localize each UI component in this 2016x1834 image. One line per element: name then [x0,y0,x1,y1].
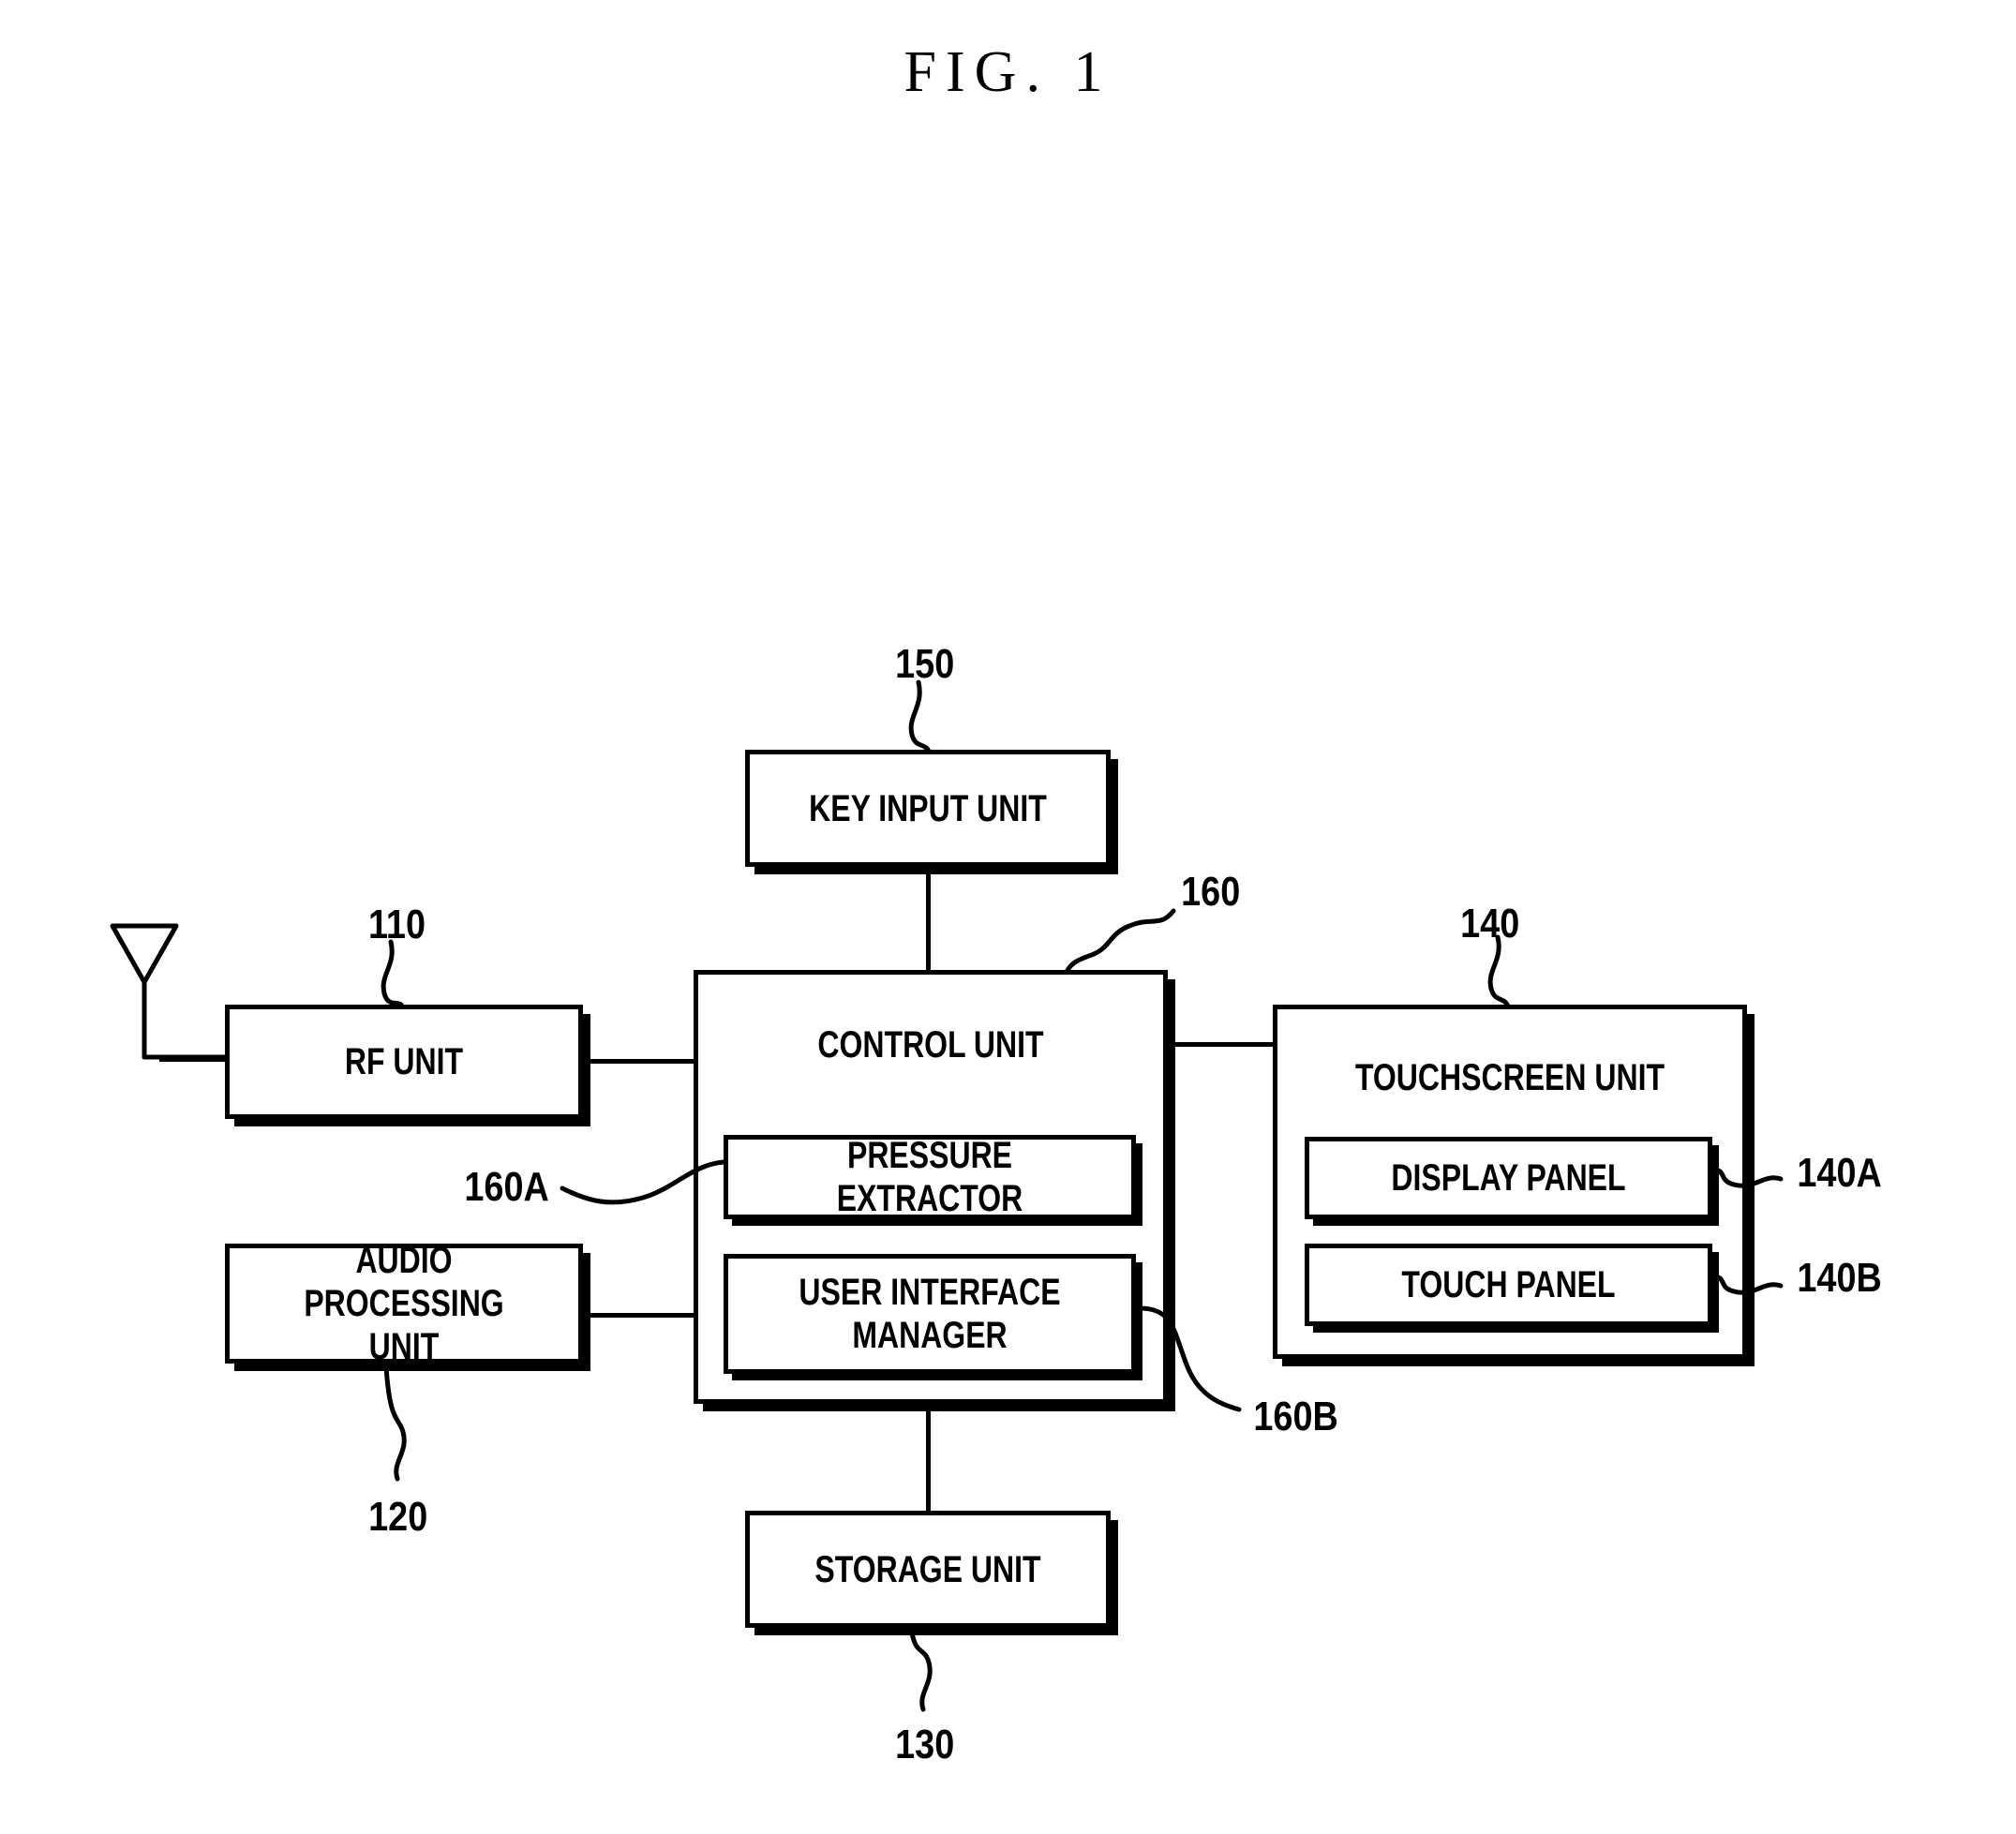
ref-140B: 140B [1797,1255,1882,1301]
block-rf-unit[interactable]: RF UNIT [225,1005,583,1119]
block-display-panel-label: DISPLAY PANEL [1391,1157,1626,1199]
leader-160 [1064,908,1176,975]
block-key-input-unit-label: KEY INPUT UNIT [809,787,1047,829]
block-touchscreen-unit-label: TOUCHSCREEN UNIT [1354,1057,1665,1098]
connector-rf-to-control [581,1059,698,1064]
ref-160B: 160B [1253,1394,1338,1439]
ref-150: 150 [895,641,955,687]
block-user-interface-manager[interactable]: USER INTERFACE MANAGER [724,1254,1136,1374]
leader-120 [383,1364,407,1482]
connector-control-to-touchscreen [1164,1042,1275,1047]
block-audio-processing-unit[interactable]: AUDIO PROCESSING UNIT [225,1240,583,1367]
block-audio-processing-unit-label: AUDIO PROCESSING UNIT [304,1240,504,1367]
block-storage-unit[interactable]: STORAGE UNIT [745,1511,1111,1628]
connector-audio-to-control [581,1313,698,1318]
block-user-interface-manager-label: USER INTERFACE MANAGER [799,1272,1061,1356]
ref-130: 130 [895,1722,955,1767]
antenna-icon [110,923,228,1060]
connector-antenna-to-rf [159,1057,230,1062]
block-touch-panel-label: TOUCH PANEL [1401,1264,1616,1305]
figure-title: FIG. 1 [903,40,1113,104]
ref-120: 120 [368,1494,428,1540]
ref-160: 160 [1181,869,1241,915]
ref-160A: 160A [464,1164,549,1210]
block-touch-panel[interactable]: TOUCH PANEL [1305,1244,1712,1326]
leader-140 [1487,934,1511,1009]
block-display-panel[interactable]: DISPLAY PANEL [1305,1137,1712,1219]
block-key-input-unit[interactable]: KEY INPUT UNIT [745,750,1111,867]
leader-110 [381,939,404,1007]
block-control-unit-label: CONTROL UNIT [817,1024,1044,1066]
block-pressure-extractor-label: PRESSURE EXTRACTOR [836,1135,1023,1219]
block-rf-unit-label: RF UNIT [344,1041,464,1082]
block-pressure-extractor[interactable]: PRESSURE EXTRACTOR [724,1135,1136,1219]
connector-control-to-storage [926,1398,931,1513]
ref-110: 110 [367,902,426,947]
connector-keyinput-to-control [926,862,931,979]
ref-140A: 140A [1797,1150,1882,1196]
leader-130 [909,1630,933,1712]
figure-canvas: FIG. 1 RF UNIT AUDIO PROCESSING UNIT KEY… [0,0,2016,1834]
ref-140: 140 [1460,901,1520,947]
leader-150 [908,679,932,754]
block-storage-unit-label: STORAGE UNIT [814,1548,1041,1590]
